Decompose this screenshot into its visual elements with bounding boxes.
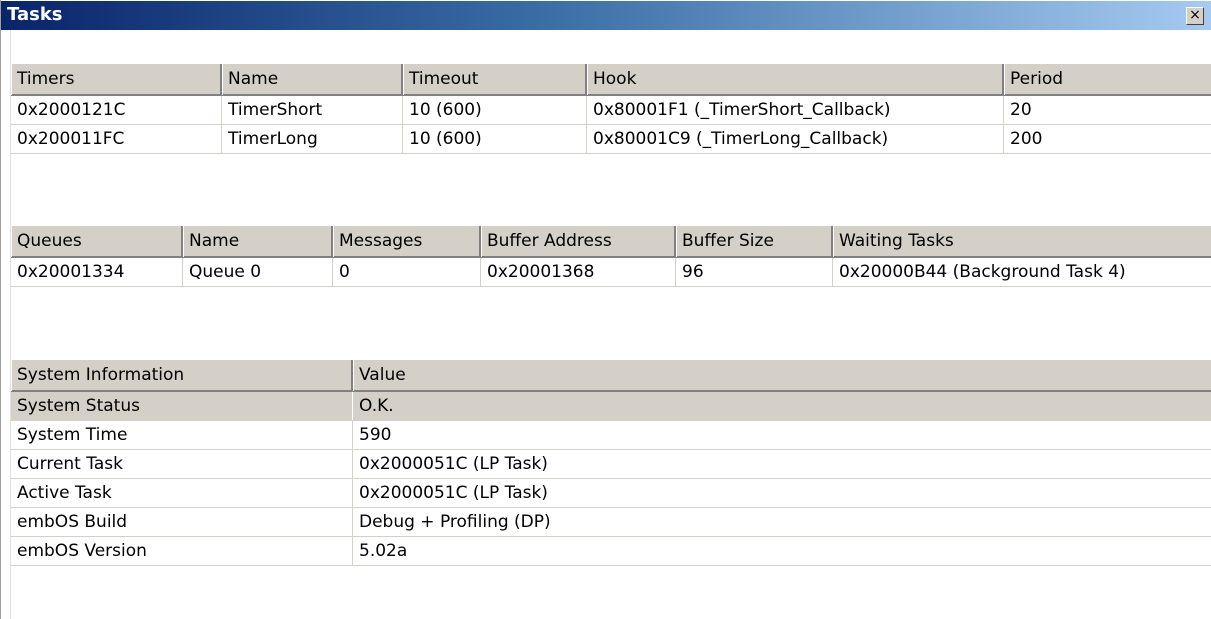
column-header-system-information[interactable]: System Information — [11, 360, 353, 391]
close-icon: × — [1189, 7, 1201, 23]
queue-buffer-size: 96 — [676, 258, 833, 286]
table-row[interactable]: System Time 590 — [11, 421, 1211, 450]
queue-buffer-address: 0x20001368 — [481, 258, 676, 286]
column-header-queues[interactable]: Queues — [11, 226, 183, 257]
table-row[interactable]: embOS Build Debug + Profiling (DP) — [11, 508, 1211, 537]
column-header-timeout[interactable]: Timeout — [403, 64, 587, 95]
info-value: 0x2000051C (LP Task) — [359, 483, 548, 503]
timers-header-row: Timers Name Timeout Hook Period — [11, 63, 1211, 96]
timer-name: TimerShort — [222, 96, 403, 124]
column-header-buffer-address[interactable]: Buffer Address — [481, 226, 676, 257]
info-label: Active Task — [11, 479, 353, 507]
queue-waiting-tasks: 0x20000B44 (Background Task 4) — [839, 262, 1126, 282]
info-label: System Time — [11, 421, 353, 449]
timer-timeout: 10 (600) — [403, 125, 587, 153]
queue-name: Queue 0 — [183, 258, 333, 286]
info-label: embOS Build — [11, 508, 353, 536]
table-row[interactable]: 0x2000121C TimerShort 10 (600) 0x80001F1… — [11, 96, 1211, 125]
tasks-window: Tasks × Timers Name Timeout Hook Period … — [0, 0, 1211, 619]
info-value: O.K. — [359, 396, 394, 416]
queue-address: 0x20001334 — [11, 258, 183, 286]
info-label: Current Task — [11, 450, 353, 478]
info-label: embOS Version — [11, 537, 353, 565]
close-button[interactable]: × — [1186, 7, 1204, 25]
column-header-timers[interactable]: Timers — [11, 64, 222, 95]
table-row[interactable]: 0x200011FC TimerLong 10 (600) 0x80001C9 … — [11, 125, 1211, 154]
queue-messages: 0 — [333, 258, 481, 286]
timer-name: TimerLong — [222, 125, 403, 153]
info-value: 590 — [359, 425, 392, 445]
timer-hook: 0x80001C9 (_TimerLong_Callback) — [587, 125, 1004, 153]
column-header-messages[interactable]: Messages — [333, 226, 481, 257]
system-info-header-row: System Information Value — [11, 359, 1211, 392]
table-row[interactable]: System Status O.K. — [11, 392, 1211, 421]
info-value: 5.02a — [359, 541, 408, 561]
timer-hook: 0x80001F1 (_TimerShort_Callback) — [587, 96, 1004, 124]
window-title: Tasks — [7, 4, 63, 25]
timer-address: 0x200011FC — [11, 125, 222, 153]
table-row[interactable]: Active Task 0x2000051C (LP Task) — [11, 479, 1211, 508]
timer-address: 0x2000121C — [11, 96, 222, 124]
title-bar[interactable]: Tasks × — [1, 0, 1211, 30]
column-header-period[interactable]: Period — [1004, 64, 1211, 95]
table-row[interactable]: Current Task 0x2000051C (LP Task) — [11, 450, 1211, 479]
info-value: Debug + Profiling (DP) — [359, 512, 551, 532]
timer-period: 20 — [1010, 100, 1032, 120]
table-row[interactable]: 0x20001334 Queue 0 0 0x20001368 96 0x200… — [11, 258, 1211, 287]
column-header-value[interactable]: Value — [353, 360, 1211, 391]
column-header-hook[interactable]: Hook — [587, 64, 1004, 95]
column-header-queue-name[interactable]: Name — [183, 226, 333, 257]
table-row[interactable]: embOS Version 5.02a — [11, 537, 1211, 566]
info-label: System Status — [11, 392, 353, 420]
info-value: 0x2000051C (LP Task) — [359, 454, 548, 474]
queues-header-row: Queues Name Messages Buffer Address Buff… — [11, 225, 1211, 258]
column-header-buffer-size[interactable]: Buffer Size — [676, 226, 833, 257]
timer-timeout: 10 (600) — [403, 96, 587, 124]
column-header-name[interactable]: Name — [222, 64, 403, 95]
column-header-waiting-tasks[interactable]: Waiting Tasks — [833, 226, 1211, 257]
timer-period: 200 — [1010, 129, 1043, 149]
